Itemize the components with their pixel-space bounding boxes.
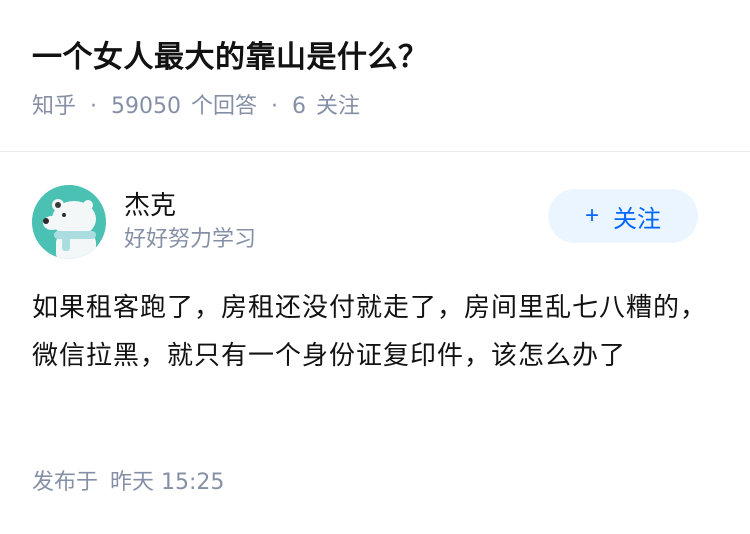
- source-label[interactable]: 知乎: [32, 90, 76, 124]
- separator-dot: ·: [90, 94, 98, 119]
- question-title[interactable]: 一个女人最大的靠山是什么？: [32, 36, 718, 80]
- answer-time: 发布于 昨天 15:25: [32, 466, 224, 500]
- avatar[interactable]: [32, 185, 106, 259]
- plus-icon: +: [584, 202, 599, 229]
- answer-page: 一个女人最大的靠山是什么？ 知乎 · 59050 个回答 · 6 关注 杰克 好…: [0, 0, 750, 534]
- author-bio: 好好努力学习: [124, 227, 257, 252]
- follow-button-label: 关注: [613, 205, 661, 233]
- follow-button[interactable]: + 关注: [548, 189, 698, 243]
- separator-dot: ·: [271, 94, 279, 119]
- answer-count: 59050: [111, 94, 182, 119]
- time-prefix: 发布于: [32, 470, 99, 495]
- follow-count: 6: [292, 94, 307, 119]
- author-name[interactable]: 杰克: [124, 188, 256, 224]
- question-meta: 知乎 · 59050 个回答 · 6 关注: [32, 90, 718, 124]
- answer-author: 杰克 好好努力学习 + 关注: [0, 184, 750, 260]
- author-info: 杰克 好好努力学习: [124, 188, 256, 256]
- question-header: 一个女人最大的靠山是什么？ 知乎 · 59050 个回答 · 6 关注: [0, 0, 750, 152]
- time-value: 昨天 15:25: [110, 470, 225, 495]
- polar-bear-avatar-icon: [32, 185, 106, 259]
- follow-count-label: 关注: [316, 94, 361, 119]
- answer-content[interactable]: 如果租客跑了，房租还没付就走了，房间里乱七八糟的，微信拉黑，就只有一个身份证复印…: [0, 284, 750, 380]
- answer-count-label: 个回答: [191, 94, 258, 119]
